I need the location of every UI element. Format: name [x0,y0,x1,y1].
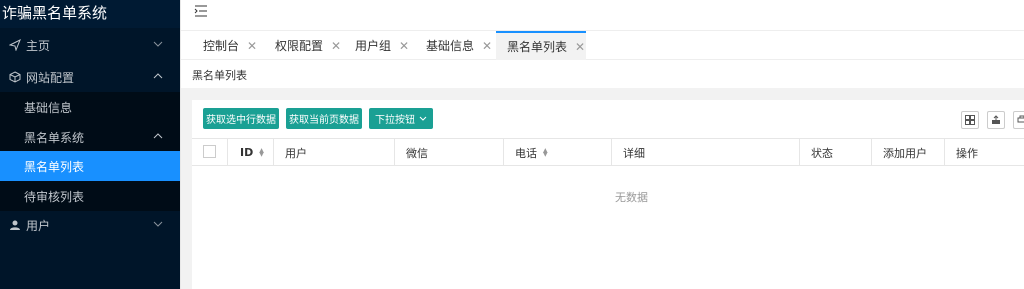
column-label: ID [240,146,254,159]
sidebar-item-label: 用户 [26,218,51,233]
sidebar-item-blacklist-list[interactable]: 黑名单列表 [0,151,180,181]
close-icon[interactable]: ✕ [331,39,341,53]
column-divider [503,139,504,166]
get-current-page-button[interactable]: 获取当前页数据 [286,108,362,129]
close-icon[interactable]: ✕ [399,39,409,53]
column-divider [273,139,274,166]
breadcrumb: 黑名单列表 [192,69,247,82]
tab-console[interactable]: 控制台 ✕ [203,31,257,60]
sidebar-item-site-config[interactable]: 网站配置 [0,62,180,92]
sort-icon[interactable]: ▲ ▼ [259,147,264,157]
chevron-down-icon [419,116,427,121]
column-divider [611,139,612,166]
sort-icon[interactable]: ▲ ▼ [543,147,548,157]
select-all-checkbox[interactable] [203,145,216,158]
close-icon[interactable]: ✕ [482,39,492,53]
get-selected-rows-button[interactable]: 获取选中行数据 [203,108,279,129]
column-header-status: 状态 [811,139,833,166]
tab-label: 控制台 [203,39,240,53]
column-header-wechat: 微信 [406,139,428,166]
sidebar-item-home[interactable]: 主页 [0,30,180,60]
close-icon[interactable]: ✕ [247,39,257,53]
sidebar-item-user[interactable]: 用户 [0,210,180,240]
column-label: 添加用户 [883,146,927,160]
dropdown-button-label: 下拉按钮 [375,115,415,126]
chevron-up-icon [152,130,164,142]
column-header-detail: 详细 [623,139,645,166]
tab-label: 用户组 [355,39,392,53]
user-icon [8,218,22,232]
chevron-down-icon [152,218,164,230]
columns-filter-icon[interactable] [961,111,979,129]
sidebar: 诈骗黑名单系统 主页 网站配置 基础信息 黑名单系统 黑名单列表 待审核列表 用… [0,0,180,289]
column-header-user: 用户 [285,139,307,166]
chevron-up-icon [152,70,164,82]
close-icon[interactable]: ✕ [575,40,585,54]
column-divider [871,139,872,166]
cube-icon [8,70,22,84]
column-label: 微信 [406,146,428,160]
sidebar-item-blacklist-system[interactable]: 黑名单系统 [0,122,180,152]
column-label: 状态 [811,146,833,160]
column-divider [394,139,395,166]
tab-permissions[interactable]: 权限配置 ✕ [275,31,341,60]
column-label: 用户 [285,146,307,160]
tab-basic-info[interactable]: 基础信息 ✕ [426,31,492,60]
sidebar-item-label: 待审核列表 [24,189,85,204]
app-title: 诈骗黑名单系统 [0,0,180,28]
column-divider [944,139,945,166]
sidebar-item-pending-list[interactable]: 待审核列表 [0,181,180,211]
tab-label: 基础信息 [426,39,475,53]
column-header-id[interactable]: ID ▲ ▼ [240,139,264,166]
empty-state-text: 无数据 [615,191,648,204]
column-header-actions: 操作 [956,139,978,166]
table-header: ID ▲ ▼ 用户 微信 电话 ▲ ▼ 详细 状态 添加用户 操作 [192,138,1024,166]
column-label: 操作 [956,146,978,160]
column-header-phone[interactable]: 电话 ▲ ▼ [515,139,548,166]
export-icon[interactable] [987,111,1005,129]
dropdown-button[interactable]: 下拉按钮 [369,108,433,129]
sidebar-item-label: 基础信息 [24,100,73,115]
column-divider [799,139,800,166]
tab-bar: 控制台 ✕ 权限配置 ✕ 用户组 ✕ 基础信息 ✕ 黑名单列表 ✕ [181,30,1024,60]
tab-label: 黑名单列表 [507,40,568,54]
send-icon [8,38,22,52]
tab-blacklist-list[interactable]: 黑名单列表 ✕ [496,31,586,60]
chevron-down-icon [152,38,164,50]
tab-label: 权限配置 [275,39,324,53]
column-divider [227,139,228,166]
sidebar-item-label: 主页 [26,38,51,53]
column-header-added-by: 添加用户 [883,139,927,166]
menu-toggle-icon[interactable] [194,5,208,19]
column-label: 电话 [515,146,537,160]
tab-user-group[interactable]: 用户组 ✕ [355,31,409,60]
sidebar-item-label: 黑名单系统 [24,130,85,145]
sidebar-item-label: 黑名单列表 [24,159,85,174]
sidebar-item-label: 网站配置 [26,70,75,85]
sidebar-item-basic-info[interactable]: 基础信息 [0,92,180,122]
column-label: 详细 [623,146,645,160]
print-icon[interactable] [1013,111,1024,129]
